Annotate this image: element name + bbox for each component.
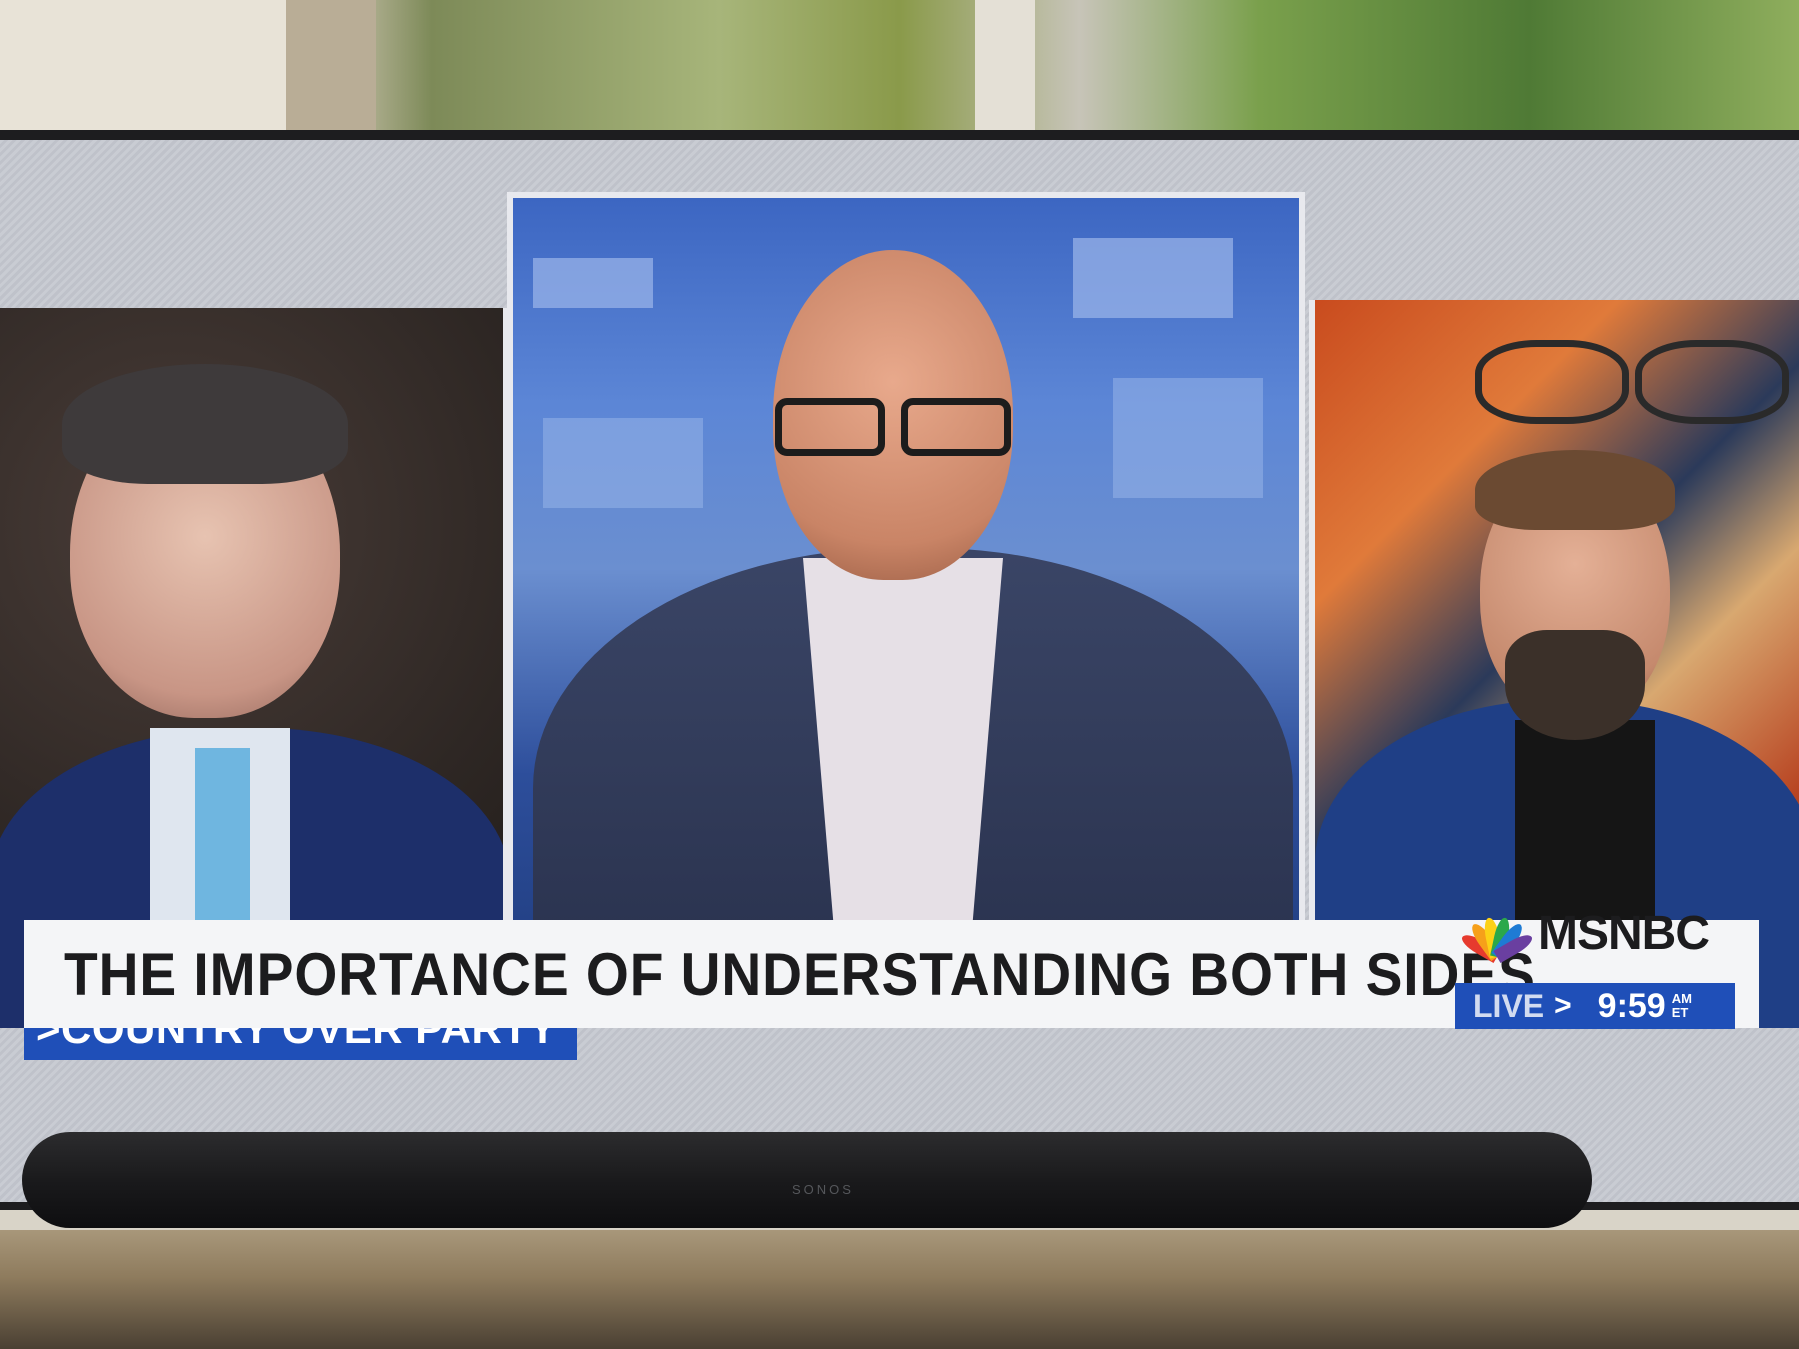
network-brand: MSNBC xyxy=(1458,906,1710,963)
window-frame-mid xyxy=(286,0,376,135)
host-video xyxy=(507,192,1305,1028)
clock-meridiem: AM ET xyxy=(1672,992,1692,1020)
soundbar: SONOS xyxy=(22,1132,1592,1228)
live-clock-bar: LIVE > 9:59 AM ET xyxy=(1455,983,1735,1029)
tv-screen: > COUNTRY OVER PARTY xyxy=(0,140,1799,1202)
clock-time: 9:59 xyxy=(1597,986,1666,1025)
live-arrow-icon: > xyxy=(1554,989,1572,1022)
nbc-peacock-icon xyxy=(1458,911,1536,963)
soundbar-brand: SONOS xyxy=(792,1182,854,1197)
clock-tz: ET xyxy=(1671,1005,1689,1020)
live-label: LIVE xyxy=(1473,987,1545,1024)
network-name: MSNBC xyxy=(1538,907,1710,960)
clock-am: AM xyxy=(1671,991,1692,1006)
window-frame-center xyxy=(975,0,1035,135)
headline-text: THE IMPORTANCE OF UNDERSTANDING BOTH SID… xyxy=(64,941,1536,1008)
window-frame-left xyxy=(0,0,290,135)
painting-eyeglasses xyxy=(1475,340,1629,424)
city-skyline xyxy=(533,258,653,308)
tv-stand xyxy=(0,1230,1799,1349)
